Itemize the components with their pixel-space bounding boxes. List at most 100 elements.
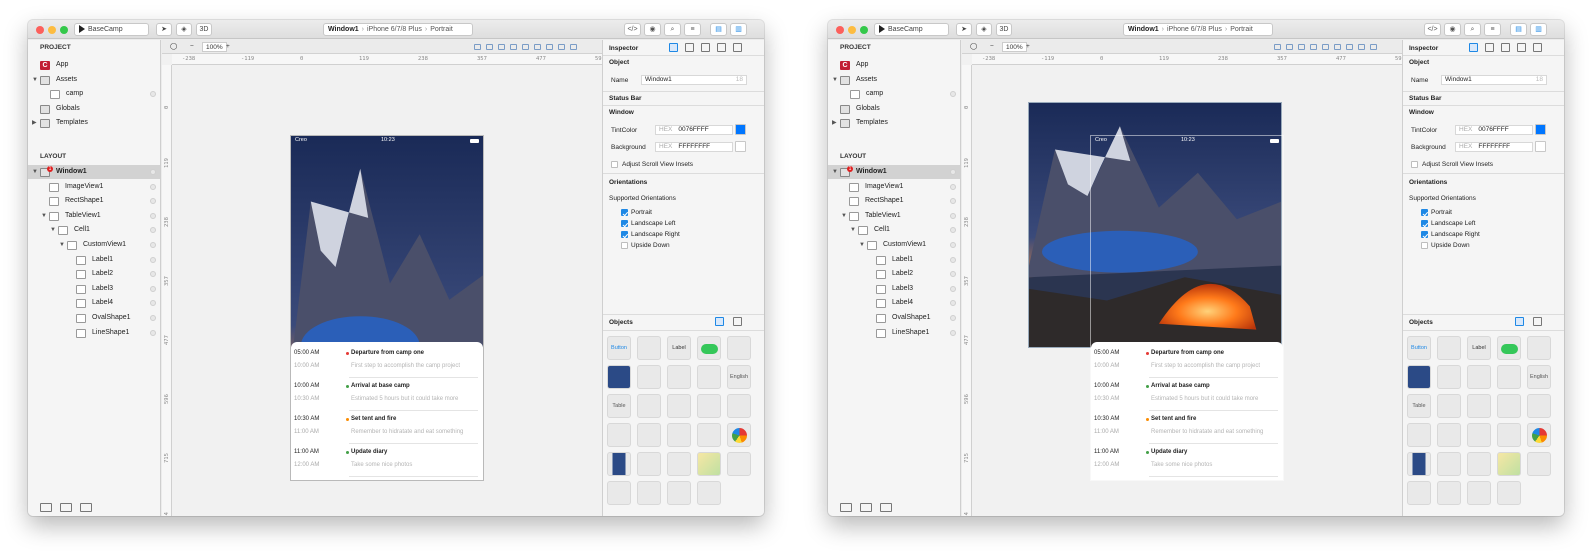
snippets-tab-icon[interactable]	[1533, 317, 1542, 326]
add-asset-icon[interactable]	[880, 503, 892, 512]
layer-item-2[interactable]: RectShape1	[28, 194, 160, 208]
visibility-toggle[interactable]	[150, 91, 156, 97]
layer-item-7[interactable]: Label2	[28, 267, 160, 281]
layer-item-10[interactable]: OvalShape1	[28, 311, 160, 325]
fit-icon[interactable]: ◯	[170, 42, 177, 52]
background-color-swatch[interactable]	[1535, 141, 1546, 152]
visibility-toggle[interactable]	[950, 329, 956, 336]
adjust-insets-checkbox[interactable]	[611, 161, 618, 168]
minimize-window-button[interactable]	[848, 26, 856, 34]
align-tool-icon[interactable]	[1322, 44, 1329, 50]
polygon-object-tile[interactable]	[1467, 481, 1491, 505]
visibility-toggle[interactable]	[950, 198, 956, 205]
visibility-toggle[interactable]	[950, 315, 956, 321]
text-view-object-tile[interactable]: English	[727, 365, 751, 389]
visibility-toggle[interactable]	[150, 169, 156, 175]
chart-object-tile[interactable]	[727, 423, 751, 447]
form-object-tile[interactable]	[1497, 481, 1521, 505]
navigator-item-2[interactable]: camp	[828, 87, 960, 101]
navigator-item-3[interactable]: Globals	[28, 102, 160, 116]
button-object-tile[interactable]: Button	[1407, 336, 1431, 360]
table-row[interactable]: 05:00 AM 10:00 AM Departure from camp one F…	[1091, 346, 1283, 379]
layer-item-9[interactable]: Label4	[28, 296, 160, 310]
align-tool-icon[interactable]	[1370, 44, 1377, 50]
layer-item-7[interactable]: Label2	[828, 267, 960, 281]
polygon-object-tile[interactable]	[667, 481, 691, 505]
breadcrumb-orientation[interactable]: Portrait	[1230, 26, 1253, 33]
visibility-toggle[interactable]	[150, 256, 156, 263]
segmented-object-tile[interactable]	[697, 394, 721, 418]
disclosure-triangle-icon[interactable]: ▼	[32, 165, 38, 179]
visibility-toggle[interactable]	[150, 285, 156, 292]
zoom-out-button[interactable]: −	[990, 42, 994, 52]
send-button[interactable]: ➤	[956, 23, 972, 36]
paragraph-object-tile[interactable]	[607, 423, 631, 447]
layer-item-6[interactable]: Label1	[828, 253, 960, 267]
tint-hex-field[interactable]: HEX 0076FFFF	[655, 125, 733, 135]
layer-item-1[interactable]: ImageView1	[828, 180, 960, 194]
page-object-tile[interactable]	[1527, 394, 1551, 418]
disclosure-triangle-icon[interactable]: ▼	[59, 238, 65, 252]
send-button[interactable]: ➤	[156, 23, 172, 36]
segmented-object-tile[interactable]	[1497, 394, 1521, 418]
layer-item-9[interactable]: Label4	[828, 296, 960, 310]
add-asset-icon[interactable]	[80, 503, 92, 512]
rect-object-tile[interactable]	[1407, 481, 1431, 505]
layer-item-11[interactable]: LineShape1	[28, 326, 160, 340]
table-row[interactable]: 11:00 AM 12:00 AM Update diary Take some ni…	[291, 445, 483, 478]
slider-object-tile[interactable]	[727, 336, 751, 360]
search-button[interactable]: ⌕	[1464, 23, 1481, 36]
preview-button[interactable]: ◉	[1444, 23, 1461, 36]
visibility-toggle[interactable]	[150, 271, 156, 278]
breadcrumb-device[interactable]: iPhone 6/7/8 Plus	[1167, 26, 1222, 33]
disclosure-triangle-icon[interactable]: ▶	[832, 116, 837, 130]
layer-item-6[interactable]: Label1	[28, 253, 160, 267]
breadcrumb[interactable]: Window1 › iPhone 6/7/8 Plus › Portrait	[1123, 23, 1273, 36]
scheme-selector[interactable]: BaseCamp	[874, 23, 949, 36]
background-color-swatch[interactable]	[735, 141, 746, 152]
disclosure-triangle-icon[interactable]: ▼	[859, 238, 865, 252]
date-picker-object-tile[interactable]	[697, 423, 721, 447]
tint-hex-field[interactable]: HEX 0076FFFF	[1455, 125, 1533, 135]
chart-object-tile[interactable]	[1527, 423, 1551, 447]
page-object-tile[interactable]	[727, 394, 751, 418]
visibility-toggle[interactable]	[950, 256, 956, 263]
navigator-item-0[interactable]: C App	[28, 58, 160, 72]
code-view-button[interactable]: </>	[1424, 23, 1441, 36]
list-button[interactable]: ≡	[1484, 23, 1501, 36]
carousel-object-tile[interactable]	[607, 452, 631, 476]
table-view[interactable]: 05:00 AM 10:00 AM Departure from camp one F…	[1091, 342, 1283, 480]
layer-item-4[interactable]: ▼ Cell1	[28, 223, 160, 237]
align-tool-icon[interactable]	[1286, 44, 1293, 50]
background-hex-field[interactable]: HEX FFFFFFFF	[1455, 142, 1533, 152]
table-row[interactable]: 05:00 AM 10:00 AM Departure from camp one F…	[291, 346, 483, 379]
label-object-tile[interactable]: Label	[667, 336, 691, 360]
rect-object-tile[interactable]	[607, 481, 631, 505]
search-object-tile[interactable]	[637, 423, 661, 447]
visibility-toggle[interactable]	[150, 212, 156, 219]
toggle-right-panel-button[interactable]: ▥	[730, 23, 747, 36]
design-canvas[interactable]: ◯ −100% + -238 -119 0 119 238 357 477 596 0 119 238 35…	[962, 40, 1405, 516]
view-3d-button[interactable]: 3D	[196, 23, 212, 36]
orientation-checkbox[interactable]	[621, 209, 628, 216]
table-row[interactable]: 10:00 AM 10:30 AM Arrival at base camp Esti…	[291, 379, 483, 412]
table-object-tile[interactable]: Table	[1407, 394, 1431, 418]
visibility-toggle[interactable]	[150, 315, 156, 321]
minimize-window-button[interactable]	[48, 26, 56, 34]
table-row[interactable]: 10:30 AM 11:00 AM Set tent and fire Remembe…	[1091, 412, 1283, 445]
line-object-tile[interactable]	[1527, 452, 1551, 476]
scheme-selector[interactable]: BaseCamp	[74, 23, 149, 36]
layer-item-4[interactable]: ▼ Cell1	[828, 223, 960, 237]
align-tool-icon[interactable]	[522, 44, 529, 50]
orientation-checkbox[interactable]	[621, 231, 628, 238]
zoom-level[interactable]: 100%	[1002, 42, 1027, 52]
line-object-tile[interactable]	[727, 452, 751, 476]
align-tool-icon[interactable]	[1358, 44, 1365, 50]
camera-object-tile[interactable]	[1437, 452, 1461, 476]
navigator-item-3[interactable]: Globals	[828, 102, 960, 116]
visibility-toggle[interactable]	[950, 242, 956, 248]
layer-item-10[interactable]: OvalShape1	[828, 311, 960, 325]
stepper-object-tile[interactable]	[1497, 365, 1521, 389]
form-object-tile[interactable]	[697, 481, 721, 505]
background-hex-field[interactable]: HEX FFFFFFFF	[655, 142, 733, 152]
